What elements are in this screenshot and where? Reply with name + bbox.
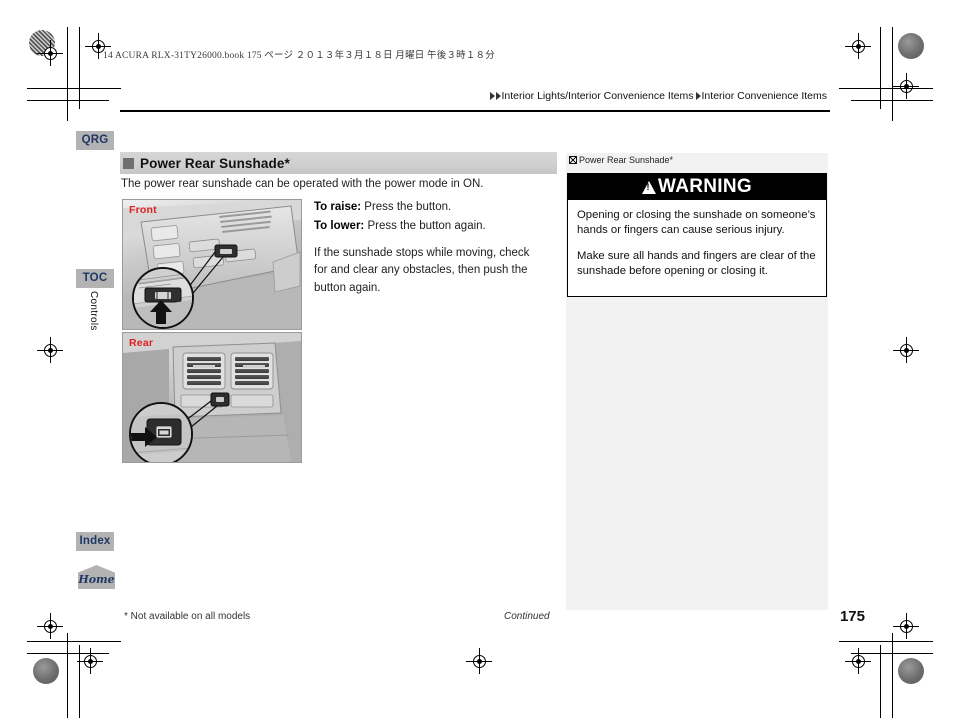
registration-mark-bottom-right (893, 613, 919, 639)
breadcrumb-part2[interactable]: Interior Convenience Items (702, 90, 827, 102)
crop-mark-tl-v1 (67, 27, 68, 121)
registration-mark-bottom-center (466, 648, 492, 674)
rear-console-illustration (123, 333, 301, 462)
crop-mark-bl-v1 (67, 633, 68, 718)
registration-mark-bottom-inner-left (77, 648, 103, 674)
rear-console-photo: Rear (122, 332, 302, 463)
crop-mark-bl-v2 (79, 645, 80, 718)
crop-mark-br-v1 (892, 633, 893, 718)
crop-mark-br-v2 (880, 645, 881, 718)
crop-mark-bl-h1 (27, 641, 121, 642)
instruction-to-raise-text: Press the button. (361, 201, 452, 213)
crop-mark-tl-v2 (79, 27, 80, 109)
sidenote-bullet-icon (569, 156, 577, 164)
registration-mark-bottom-left (37, 613, 63, 639)
registration-mark-top-left (37, 40, 63, 66)
registration-mark-top-inner-right (845, 33, 871, 59)
sidebar-tab-qrg[interactable]: QRG (76, 131, 114, 150)
instruction-to-raise-label: To raise: (314, 201, 362, 213)
footnote: * Not available on all models (124, 611, 251, 622)
chevron-right-icon-1 (489, 92, 495, 100)
front-overhead-console-photo: Front (122, 199, 302, 330)
registration-mark-right-middle (893, 337, 919, 363)
figure-label-front: Front (129, 204, 157, 216)
instruction-to-raise: To raise: Press the button. (314, 199, 546, 216)
front-console-illustration (123, 200, 301, 329)
chevron-right-icon-3 (695, 92, 701, 100)
section-heading-bar: Power Rear Sunshade* (120, 152, 557, 174)
density-mark-bottom-left (33, 658, 59, 684)
sidebar-tab-index[interactable]: Index (76, 532, 114, 551)
instruction-to-lower-text: Press the button again. (364, 220, 486, 232)
header-rule (120, 110, 830, 112)
warning-header: WARNING (568, 174, 826, 200)
section-bullet-icon (123, 157, 134, 169)
sidebar-tab-home[interactable]: Home (78, 565, 115, 589)
crop-mark-tl-h1 (27, 88, 121, 89)
breadcrumb: Interior Lights/Interior Convenience Ite… (489, 90, 827, 102)
intro-paragraph: The power rear sunshade can be operated … (121, 178, 484, 190)
continued-label: Continued (504, 611, 550, 622)
warning-box: WARNING Opening or closing the sunshade … (567, 173, 827, 297)
instruction-to-lower: To lower: Press the button again. (314, 218, 546, 235)
sidenote-title: Power Rear Sunshade* (569, 155, 673, 165)
breadcrumb-part1[interactable]: Interior Lights/Interior Convenience Ite… (502, 90, 694, 102)
registration-mark-top-right (893, 73, 919, 99)
crop-mark-bl-h2 (27, 653, 109, 654)
crop-mark-tr-v1 (892, 27, 893, 121)
chapter-label-controls: Controls (88, 291, 99, 331)
density-mark-bottom-right (898, 658, 924, 684)
page-title: Power Rear Sunshade* (140, 155, 290, 171)
registration-mark-left-middle (37, 337, 63, 363)
page-number: 175 (839, 608, 865, 625)
warning-triangle-icon (642, 180, 657, 194)
obstacle-paragraph: If the sunshade stops while moving, chec… (314, 247, 530, 294)
figure-label-rear: Rear (129, 337, 154, 349)
sidebar-tab-toc[interactable]: TOC (76, 269, 114, 288)
warning-label: WARNING (658, 176, 752, 197)
crop-mark-tr-h1 (839, 88, 933, 89)
warning-paragraph-2: Make sure all hands and fingers are clea… (577, 250, 816, 278)
instruction-to-lower-label: To lower: (314, 220, 365, 232)
crop-mark-br-h1 (839, 641, 933, 642)
warning-paragraph-1: Opening or closing the sunshade on someo… (577, 209, 816, 237)
chevron-right-icon-2 (495, 92, 501, 100)
registration-mark-bottom-inner-right (845, 648, 871, 674)
density-mark-top-right (898, 33, 924, 59)
file-stamp: 14 ACURA RLX-31TY26000.book 175 ページ ２０１３… (103, 51, 495, 61)
sidenote-title-text: Power Rear Sunshade* (579, 155, 674, 165)
crop-mark-tl-h2 (27, 100, 109, 101)
crop-mark-tr-v2 (880, 27, 881, 109)
warning-body: Opening or closing the sunshade on someo… (568, 200, 826, 279)
